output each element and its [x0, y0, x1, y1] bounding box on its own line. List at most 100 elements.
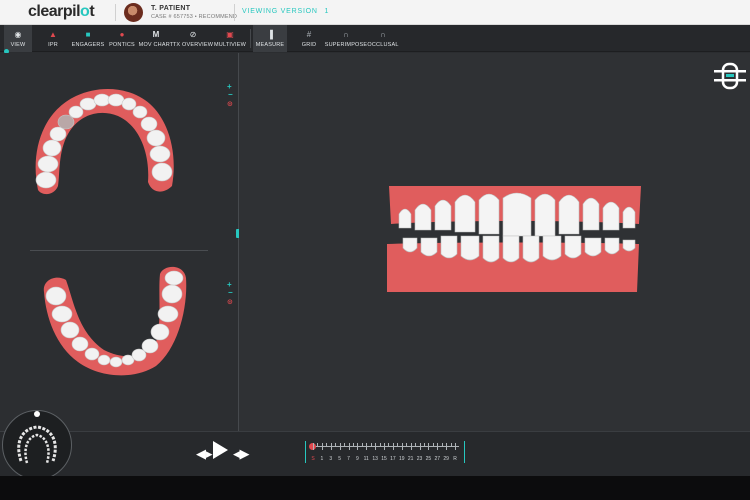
version-number: 1 [324, 8, 330, 15]
arch-navigator[interactable] [2, 410, 72, 480]
timeline-tick [392, 443, 394, 450]
lower-zoom-out-button[interactable]: − [228, 288, 233, 297]
timeline-stage-label[interactable]: 11 [364, 456, 369, 462]
stage-timeline[interactable]: S 1 3 5 7 9 11 13 15 17 19 21 23 25 27 29 R [305, 441, 465, 465]
tool-label: MEASURE [255, 41, 285, 48]
timeline-tick [406, 443, 408, 447]
logo-accent: o [80, 3, 90, 20]
timeline-stage-label[interactable]: 7 [347, 456, 350, 462]
m-icon: M [152, 29, 160, 39]
tool-label: PONTICS [109, 41, 135, 48]
tool-tx-overview[interactable]: ⊘ TX OVERVIEW [172, 25, 214, 52]
timeline-stage-label[interactable]: 19 [399, 456, 405, 462]
tool-label: OCCLUSAL [367, 41, 399, 48]
timeline-stage-label[interactable]: 3 [329, 456, 332, 462]
timeline-tick [321, 443, 323, 450]
tool-ipr[interactable]: ▲ IPR [40, 25, 66, 52]
timeline-tick [326, 443, 328, 447]
timeline-stage-label[interactable]: 17 [390, 456, 396, 462]
clearpilot-app: clearpilot T. PATIENT CASE # 657753 • RE… [0, 0, 750, 500]
tool-multiview[interactable]: ▣ MULTIVIEW [213, 25, 247, 52]
timeline-tick [450, 443, 452, 447]
timeline-tick [401, 443, 403, 450]
tool-label: ENGAGERS [71, 41, 105, 48]
play-icon[interactable] [213, 441, 228, 459]
timeline-tick [375, 443, 377, 450]
timeline-end-bar [464, 441, 465, 463]
eye-icon: ◉ [14, 29, 22, 39]
timeline-tick [344, 443, 346, 447]
timeline-tick [441, 443, 443, 447]
square-icon: ■ [85, 29, 91, 39]
tool-view[interactable]: ◉ VIEW [4, 25, 32, 52]
timeline-stage-label[interactable]: 29 [443, 456, 449, 462]
lower-arch-model[interactable] [38, 262, 198, 382]
toolbar-divider [250, 29, 251, 48]
upper-zoom-out-button[interactable]: − [228, 90, 233, 99]
lower-reset-icon[interactable]: ⊙ [227, 298, 233, 306]
bottom-strip [0, 476, 750, 500]
app-header: clearpilot T. PATIENT CASE # 657753 • RE… [0, 0, 750, 25]
timeline-tick [352, 443, 354, 447]
timeline-tick [397, 443, 399, 447]
timeline-stage-label[interactable]: 15 [381, 456, 387, 462]
multiview-icon: ▣ [226, 29, 234, 39]
tool-measure[interactable]: ▐ MEASURE [253, 25, 287, 52]
logo-text: clearpil [28, 3, 81, 20]
tool-label: MOV CHART [138, 41, 174, 48]
timeline-tick [348, 443, 350, 450]
upper-arch-model[interactable] [28, 82, 188, 202]
tool-grid[interactable]: # GRID [297, 25, 321, 52]
timeline-tick [330, 443, 332, 450]
timeline-tick [419, 443, 421, 450]
version-label: VIEWING VERSION [242, 8, 318, 15]
step-forward-icon[interactable]: ◂▶ [233, 446, 250, 462]
timeline-stage-label[interactable]: 23 [417, 456, 423, 462]
ruler-icon: ▐ [267, 29, 273, 39]
timeline-tick [432, 443, 434, 447]
clearpilot-logo[interactable]: clearpilot [28, 3, 95, 21]
tool-occlusal[interactable]: ∩ OCCLUSAL [367, 25, 399, 52]
step-back-icon[interactable]: ◀▸ [196, 446, 213, 462]
timeline-stage-label[interactable]: 9 [356, 456, 359, 462]
timeline-stage-label[interactable]: 21 [408, 456, 414, 462]
grid-icon: # [306, 29, 312, 39]
timeline-tick [366, 443, 368, 450]
timeline-stage-label[interactable]: R [453, 456, 457, 462]
timeline-stage-label[interactable]: 13 [372, 456, 378, 462]
timeline-tick [339, 443, 341, 450]
timeline-start-bar [305, 441, 306, 463]
timeline-tick [313, 443, 314, 450]
version-selector[interactable]: VIEWING VERSION 1 [242, 8, 329, 15]
arch-divider [30, 250, 208, 251]
timeline-tick [370, 443, 372, 447]
tool-label: GRID [301, 41, 317, 48]
timeline-stage-label[interactable]: 1 [320, 456, 323, 462]
tool-label: MULTIVIEW [214, 41, 246, 48]
tool-label: VIEW [10, 41, 26, 48]
triangle-icon: ▲ [49, 29, 57, 39]
upper-reset-icon[interactable]: ⊙ [227, 100, 233, 108]
timeline-tick [317, 443, 319, 447]
tool-label: IPR [48, 41, 58, 48]
tool-mov-chart[interactable]: M MOV CHART [138, 25, 174, 52]
timeline-tick [410, 443, 412, 450]
tool-label: SUPERIMPOSE [324, 41, 368, 48]
timeline-tick [384, 443, 385, 450]
tool-label: TX OVERVIEW [172, 41, 214, 48]
tool-engagers[interactable]: ■ ENGAGERS [70, 25, 106, 52]
timeline-tick [388, 443, 390, 447]
timeline-stage-label[interactable]: S [311, 456, 314, 462]
align-icon[interactable] [712, 62, 748, 90]
timeline-stage-label[interactable]: 27 [434, 456, 440, 462]
timeline-stage-label[interactable]: 25 [426, 456, 432, 462]
tool-superimpose[interactable]: ∩ SUPERIMPOSE [325, 25, 367, 52]
tool-pontics[interactable]: ● PONTICS [108, 25, 136, 52]
timeline-tick [415, 443, 417, 447]
case-info: CASE # 657753 • RECOMMEND [151, 14, 238, 20]
timeline-stage-label[interactable]: 5 [338, 456, 341, 462]
timeline-tick [361, 443, 363, 447]
patient-avatar [124, 3, 143, 22]
frontal-teeth-model[interactable] [385, 184, 645, 296]
mini-arch-icon [17, 411, 57, 464]
